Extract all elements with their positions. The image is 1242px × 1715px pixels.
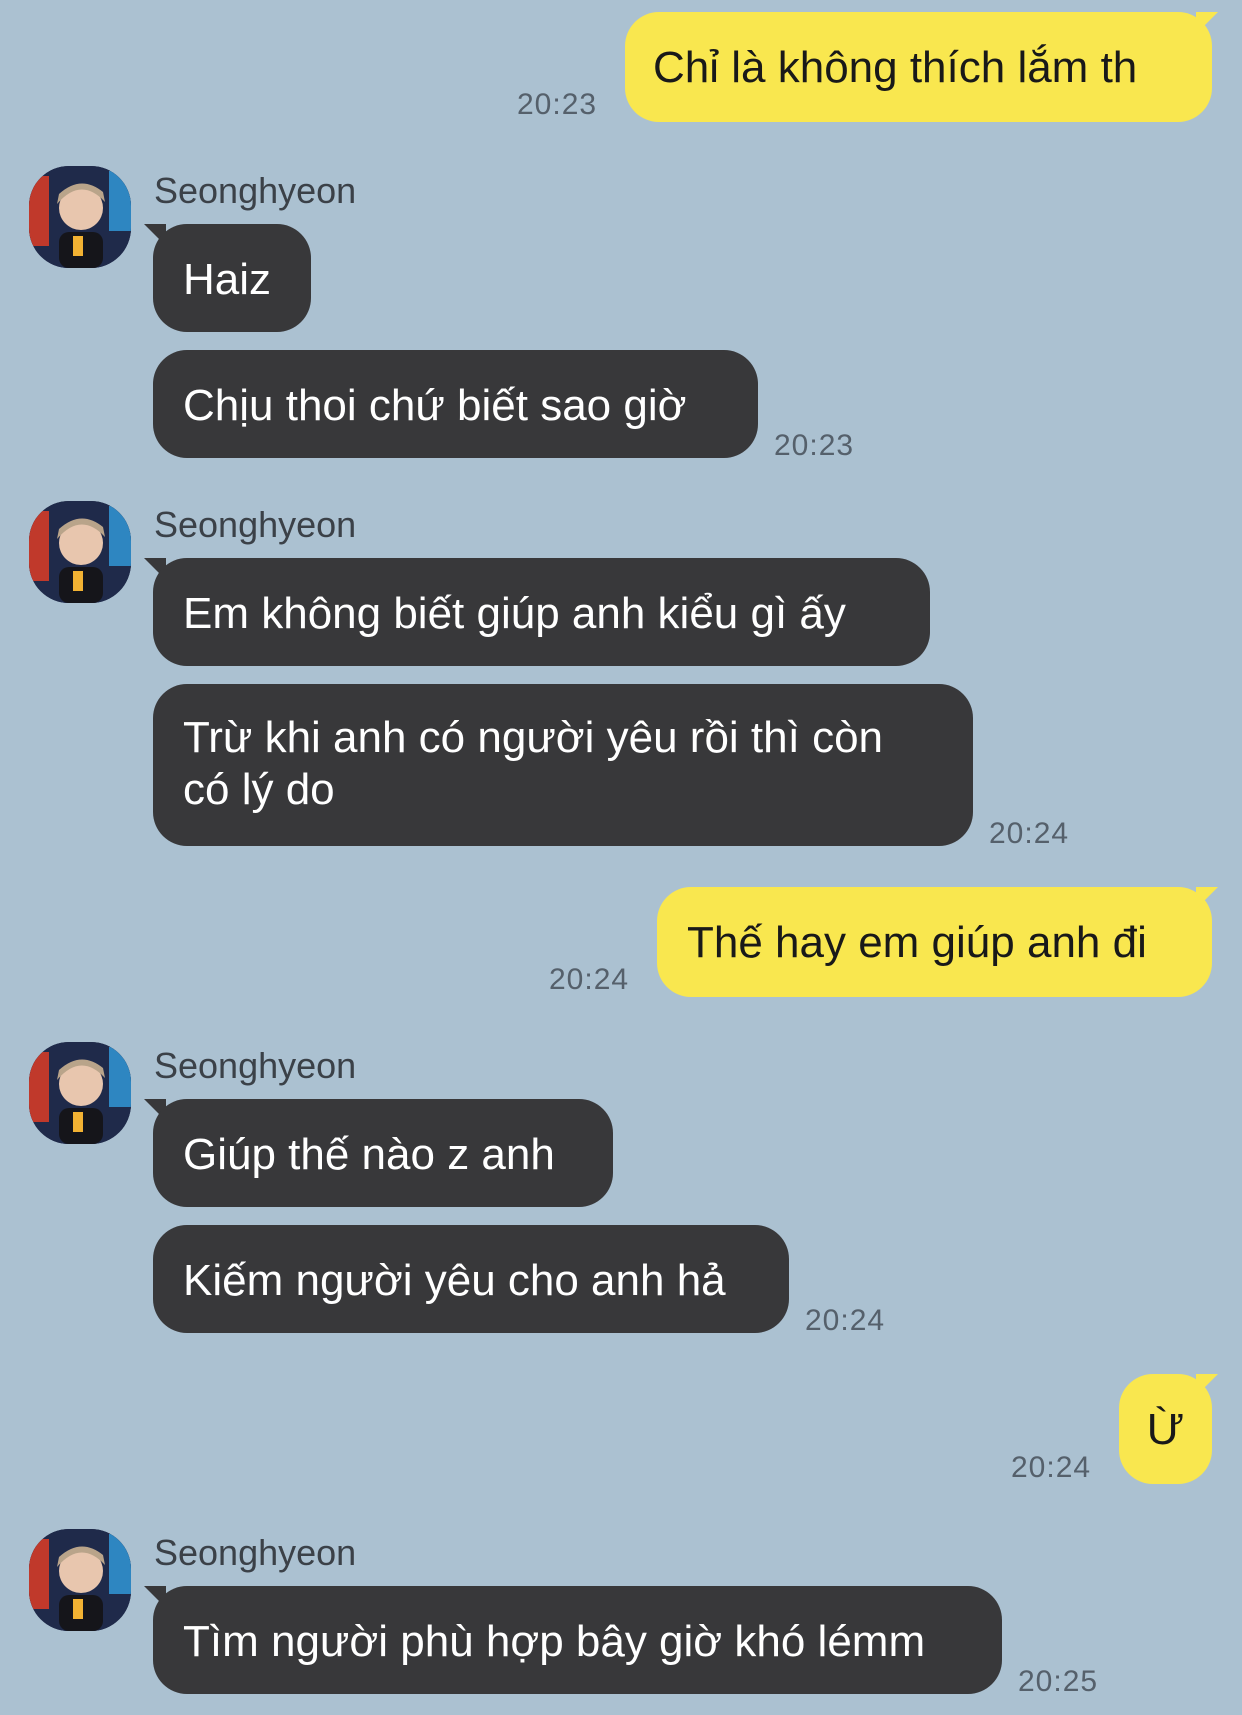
message-time: 20:23 [774, 429, 855, 462]
avatar[interactable] [29, 1042, 131, 1144]
avatar[interactable] [29, 1529, 131, 1631]
message-bubble-incoming[interactable]: Tìm người phù hợp bây giờ khó lémm [153, 1586, 1002, 1694]
message-bubble-incoming[interactable]: Kiếm người yêu cho anh hả [153, 1225, 789, 1333]
message-bubble-outgoing[interactable]: Chỉ là không thích lắm th [625, 12, 1212, 122]
avatar-photo [29, 1529, 131, 1631]
avatar-photo [29, 501, 131, 603]
message-bubble-incoming[interactable]: Em không biết giúp anh kiểu gì ấy [153, 558, 930, 666]
message-line: Trừ khi anh có người yêu rồi thì còn [183, 713, 884, 762]
message-time: 20:25 [1018, 1665, 1099, 1698]
bubble-tail [1196, 887, 1218, 909]
bubble-tail [1196, 1374, 1218, 1396]
avatar[interactable] [29, 166, 131, 268]
message-bubble-incoming[interactable]: Chịu thoi chứ biết sao giờ [153, 350, 758, 458]
message-time: 20:24 [1011, 1451, 1092, 1484]
message-time: 20:24 [805, 1304, 886, 1337]
sender-name: Seonghyeon [154, 504, 357, 545]
message-time: 20:24 [989, 817, 1070, 850]
sender-name: Seonghyeon [154, 170, 357, 211]
sender-name: Seonghyeon [154, 1532, 357, 1573]
avatar[interactable] [29, 501, 131, 603]
message-time: 20:24 [549, 963, 630, 996]
message-bubble-outgoing[interactable]: Thế hay em giúp anh đi [657, 887, 1212, 997]
avatar-photo [29, 166, 131, 268]
message-time: 20:23 [517, 88, 598, 121]
message-bubble-incoming[interactable]: Trừ khi anh có người yêu rồi thì còn có … [153, 684, 973, 846]
message-bubble-incoming[interactable]: Haiz [153, 224, 311, 332]
avatar-photo [29, 1042, 131, 1144]
message-line: có lý do [183, 765, 335, 814]
bubble-tail [1196, 12, 1218, 34]
sender-name: Seonghyeon [154, 1045, 357, 1086]
message-bubble-incoming[interactable]: Giúp thế nào z anh [153, 1099, 613, 1207]
chat-area[interactable]: Chỉ là không thích lắm th 20:23 Seonghye… [0, 0, 1242, 1715]
